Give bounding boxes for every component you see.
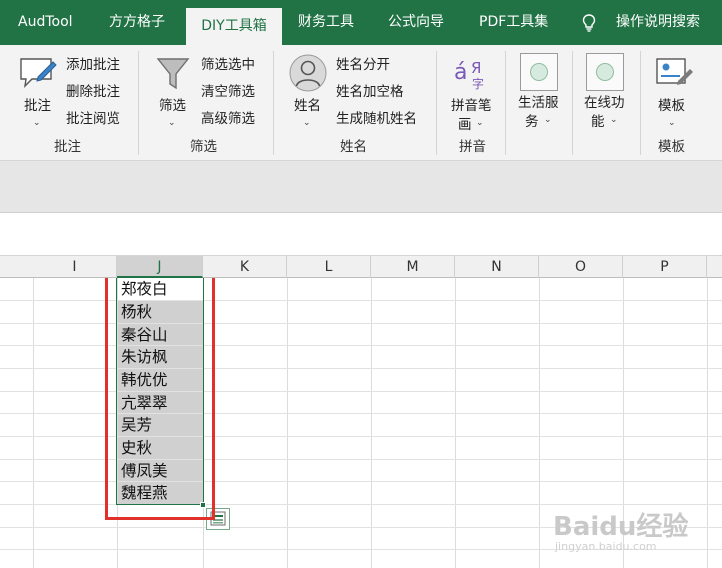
grid-column-line (455, 278, 456, 568)
template-icon (654, 55, 694, 95)
group-label-name: 姓名 (340, 139, 367, 155)
delete-annotation-button[interactable]: 删除批注 (66, 84, 120, 100)
group-label-annotation: 批注 (54, 139, 81, 155)
tab-diy-toolbox[interactable]: DIY工具箱 (186, 8, 282, 45)
sheet-top-area (0, 214, 722, 256)
pinyin-stroke-button[interactable]: 拼音笔 (451, 98, 492, 114)
grid-column-line (33, 278, 34, 568)
column-header-p[interactable]: P (623, 256, 707, 278)
name-dropdown-icon[interactable]: ⌄ (303, 118, 311, 128)
group-separator (640, 51, 641, 155)
group-separator (273, 51, 274, 155)
life-service-dropdown-icon[interactable]: ⌄ (544, 115, 552, 125)
tell-me-search[interactable]: 操作说明搜索 (616, 0, 700, 45)
person-icon (288, 53, 328, 97)
random-name-button[interactable]: 生成随机姓名 (336, 111, 417, 127)
lightbulb-icon[interactable] (582, 14, 596, 36)
life-service-button-line2[interactable]: 务 (525, 114, 539, 130)
clear-filter-button[interactable]: 清空筛选 (201, 84, 255, 100)
svg-text:á: á (454, 60, 467, 85)
online-feature-button-line2[interactable]: 能 (591, 114, 605, 130)
group-separator (505, 51, 506, 155)
online-feature-icon (586, 53, 624, 91)
life-service-icon (520, 53, 558, 91)
watermark-logo: Baidu经验 (553, 512, 689, 542)
view-annotation-button[interactable]: 批注阅览 (66, 111, 120, 127)
grid-column-line (287, 278, 288, 568)
column-header-n[interactable]: N (455, 256, 539, 278)
column-header-i[interactable]: I (33, 256, 117, 278)
filter-selected-button[interactable]: 筛选选中 (201, 57, 255, 73)
column-header-j[interactable]: J (117, 256, 203, 278)
column-header-k[interactable]: K (203, 256, 287, 278)
annotation-icon (18, 55, 58, 97)
grid-column-line (707, 278, 708, 568)
pinyin-icon: á Я 字 (452, 55, 492, 95)
filter-button[interactable]: 筛选 (159, 98, 186, 114)
pinyin-dropdown-icon[interactable]: ⌄ (476, 118, 484, 128)
column-header-l[interactable]: L (287, 256, 371, 278)
add-annotation-button[interactable]: 添加批注 (66, 57, 120, 73)
annotation-button[interactable]: 批注 (24, 98, 51, 114)
filter-dropdown-icon[interactable]: ⌄ (168, 118, 176, 128)
ribbon-panel: 批注 ⌄ 添加批注 删除批注 批注阅览 批注 筛选 ⌄ 筛选选中 清空筛选 高级… (0, 45, 722, 161)
online-feature-dropdown-icon[interactable]: ⌄ (610, 115, 618, 125)
tab-audtool[interactable]: AudTool (18, 0, 73, 45)
grid-column-line (371, 278, 372, 568)
watermark-url: jingyan.baidu.com (555, 540, 657, 553)
advanced-filter-button[interactable]: 高级筛选 (201, 111, 255, 127)
group-label-filter: 筛选 (190, 139, 217, 155)
tab-pdf-tools[interactable]: PDF工具集 (479, 0, 548, 45)
spreadsheet-grid[interactable]: 郑夜白 杨秋 秦谷山 朱访枫 韩优优 亢翠翠 吴芳 史秋 傅凤美 魏程燕 Bai… (0, 278, 722, 568)
name-button[interactable]: 姓名 (294, 98, 321, 114)
template-button[interactable]: 模板 (658, 98, 685, 114)
ribbon-tab-bar: AudTool 方方格子 DIY工具箱 财务工具 公式向导 PDF工具集 操作说… (0, 0, 722, 45)
template-dropdown-icon[interactable]: ⌄ (668, 118, 676, 128)
annotation-dropdown-icon[interactable]: ⌄ (33, 118, 41, 128)
filter-icon (155, 55, 191, 97)
svg-text:字: 字 (472, 76, 484, 91)
grid-column-line (539, 278, 540, 568)
column-header-o[interactable]: O (539, 256, 623, 278)
formula-bar-area (0, 161, 722, 213)
group-separator (436, 51, 437, 155)
tab-finance-tools[interactable]: 财务工具 (298, 0, 354, 45)
svg-text:Я: Я (471, 59, 481, 77)
name-add-space-button[interactable]: 姓名加空格 (336, 84, 404, 100)
life-service-button[interactable]: 生活服 (518, 95, 559, 111)
split-name-button[interactable]: 姓名分开 (336, 57, 390, 73)
column-header-row: I J K L M N O P (0, 256, 722, 278)
tab-formula-wizard[interactable]: 公式向导 (388, 0, 444, 45)
tab-fangfang-gezi[interactable]: 方方格子 (109, 0, 165, 45)
group-label-template: 模板 (658, 139, 685, 155)
column-header-m[interactable]: M (371, 256, 455, 278)
group-separator (572, 51, 573, 155)
group-label-pinyin: 拼音 (459, 139, 486, 155)
group-separator (138, 51, 139, 155)
online-feature-button[interactable]: 在线功 (584, 95, 625, 111)
highlight-annotation-box (105, 278, 215, 520)
pinyin-stroke-button-line2[interactable]: 画 (458, 117, 472, 133)
